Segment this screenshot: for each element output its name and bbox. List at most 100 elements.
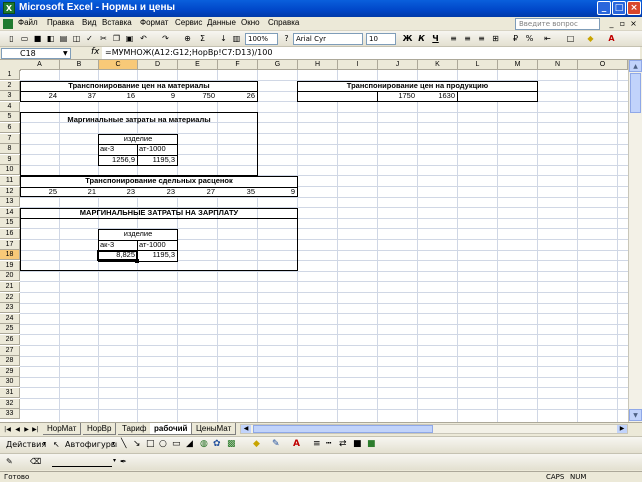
column-header[interactable]: F (218, 60, 258, 70)
row-header[interactable]: 30 (0, 377, 20, 388)
cell-value[interactable]: 26 (217, 91, 257, 101)
font-color-icon[interactable]: A (606, 33, 617, 44)
scroll-thumb[interactable] (630, 73, 641, 113)
diagram-icon[interactable]: ◍ (200, 439, 208, 449)
excel-app-icon[interactable]: X (3, 2, 15, 14)
doc-close-button[interactable]: × (629, 19, 638, 29)
cell-value[interactable]: ат-1000 (139, 144, 177, 154)
row-header[interactable]: 24 (0, 313, 20, 324)
row-header[interactable]: 13 (0, 197, 20, 208)
bold-button[interactable]: Ж (402, 33, 413, 44)
chevron-down-icon[interactable]: ▾ (43, 440, 46, 447)
row-header[interactable]: 22 (0, 292, 20, 303)
column-header[interactable]: L (458, 60, 498, 70)
sort-asc-icon[interactable]: ↓ (218, 33, 229, 44)
draw-actions-menu[interactable]: Действия (6, 440, 46, 449)
help-question-input[interactable]: Введите вопрос (515, 18, 600, 30)
row-header[interactable]: 23 (0, 303, 20, 314)
row-header[interactable]: 8 (0, 144, 20, 155)
print-preview-icon[interactable]: ◫ (71, 33, 82, 44)
column-header[interactable]: A (20, 60, 60, 70)
cell-value[interactable]: 1256,9 (98, 155, 137, 165)
paste-icon[interactable]: ▣ (124, 33, 135, 44)
currency-icon[interactable]: ₽ (510, 33, 521, 44)
percent-button[interactable]: % (524, 33, 535, 44)
cell-value[interactable]: изделие (98, 134, 178, 144)
minimize-button[interactable]: _ (597, 1, 611, 15)
section-title[interactable]: МАРГИНАЛЬНЫЕ ЗАТРАТЫ НА ЗАРПЛАТУ (20, 208, 298, 218)
cell-value[interactable]: 1195,3 (137, 250, 177, 260)
column-header[interactable]: N (538, 60, 578, 70)
row-header[interactable]: 4 (0, 101, 20, 112)
section-title[interactable]: Транспонирование цен на продукцию (297, 81, 538, 91)
formula-input[interactable]: =МУМНОЖ(A12:G12;НорВр!C7:D13)/100 (102, 47, 640, 59)
menu-format[interactable]: Формат (140, 18, 168, 27)
borders-icon[interactable]: □ (565, 33, 576, 44)
chevron-down-icon[interactable]: ▾ (112, 440, 115, 447)
menu-window[interactable]: Окно (241, 18, 260, 27)
3d-icon[interactable]: ■ (367, 439, 376, 449)
cell-value[interactable]: 25 (20, 187, 59, 197)
tab-norvr[interactable]: НорВр (83, 423, 117, 435)
row-header[interactable]: 2 (0, 80, 20, 91)
help-icon[interactable]: ? (281, 33, 292, 44)
row-header[interactable]: 20 (0, 271, 20, 282)
fill-color-icon[interactable]: ◆ (253, 439, 260, 449)
line-width-select[interactable] (52, 457, 112, 467)
next-sheet-icon[interactable]: ▶ (22, 425, 31, 434)
column-header[interactable]: D (138, 60, 178, 70)
line-color-icon[interactable]: ✎ (272, 439, 280, 449)
row-header[interactable]: 14 (0, 207, 20, 218)
row-header[interactable]: 33 (0, 409, 20, 420)
menu-file[interactable]: Файл (18, 18, 38, 27)
row-header[interactable]: 28 (0, 356, 20, 367)
shadow-icon[interactable]: ■ (353, 439, 362, 449)
column-header[interactable]: H (298, 60, 338, 70)
vertical-scrollbar[interactable]: ▲ ▼ (628, 60, 642, 422)
row-header[interactable]: 17 (0, 239, 20, 250)
line-style-icon[interactable]: ≡ (313, 439, 321, 449)
first-sheet-icon[interactable]: |◀ (3, 425, 12, 434)
oval-icon[interactable]: ○ (159, 439, 167, 449)
cell-value[interactable]: 21 (59, 187, 98, 197)
prev-sheet-icon[interactable]: ◀ (13, 425, 22, 434)
chevron-down-icon[interactable]: ▼ (63, 50, 68, 57)
chevron-down-icon[interactable]: ▾ (113, 457, 116, 464)
row-header[interactable]: 7 (0, 133, 20, 144)
italic-button[interactable]: К (416, 33, 427, 44)
font-size-select[interactable]: 10 (366, 33, 396, 45)
pen-icon[interactable]: ✎ (6, 457, 13, 466)
autoshapes-menu[interactable]: Автофигуры (65, 440, 117, 449)
arrow-icon[interactable]: ↘ (133, 439, 141, 449)
tab-normat[interactable]: НорМат (43, 423, 82, 435)
eraser-icon[interactable]: ⌫ (30, 457, 41, 466)
row-header[interactable]: 18 (0, 250, 20, 261)
column-header[interactable]: G (258, 60, 298, 70)
horizontal-scrollbar[interactable]: ◀ ▶ (240, 424, 628, 434)
open-icon[interactable]: ▭ (19, 33, 30, 44)
row-header[interactable]: 27 (0, 345, 20, 356)
align-center-icon[interactable]: ≡ (462, 33, 473, 44)
menu-tools[interactable]: Сервис (175, 18, 202, 27)
undo-icon[interactable]: ↶ (138, 33, 149, 44)
menu-data[interactable]: Данные (207, 18, 236, 27)
cell-value[interactable]: 24 (20, 91, 59, 101)
last-sheet-icon[interactable]: ▶| (31, 425, 40, 434)
scroll-left-icon[interactable]: ◀ (241, 425, 251, 433)
column-header[interactable]: O (578, 60, 628, 70)
row-header[interactable]: 6 (0, 123, 20, 133)
row-header[interactable]: 32 (0, 398, 20, 409)
doc-restore-button[interactable]: ▫ (618, 19, 627, 29)
active-cell-selection[interactable] (97, 249, 138, 262)
cell-value[interactable]: 37 (59, 91, 98, 101)
cell-value[interactable]: ат-1000 (139, 240, 177, 250)
decrease-indent-icon[interactable]: ⇤ (542, 33, 553, 44)
cell-value[interactable]: 23 (98, 187, 137, 197)
row-header[interactable]: 9 (0, 154, 20, 165)
column-header[interactable]: C (99, 60, 138, 70)
scroll-thumb[interactable] (253, 425, 433, 433)
row-header[interactable]: 25 (0, 324, 20, 335)
copy-icon[interactable]: ❐ (111, 33, 122, 44)
new-icon[interactable]: ▯ (6, 33, 17, 44)
section-title[interactable]: Маргинальные затраты на материалы (20, 115, 258, 125)
